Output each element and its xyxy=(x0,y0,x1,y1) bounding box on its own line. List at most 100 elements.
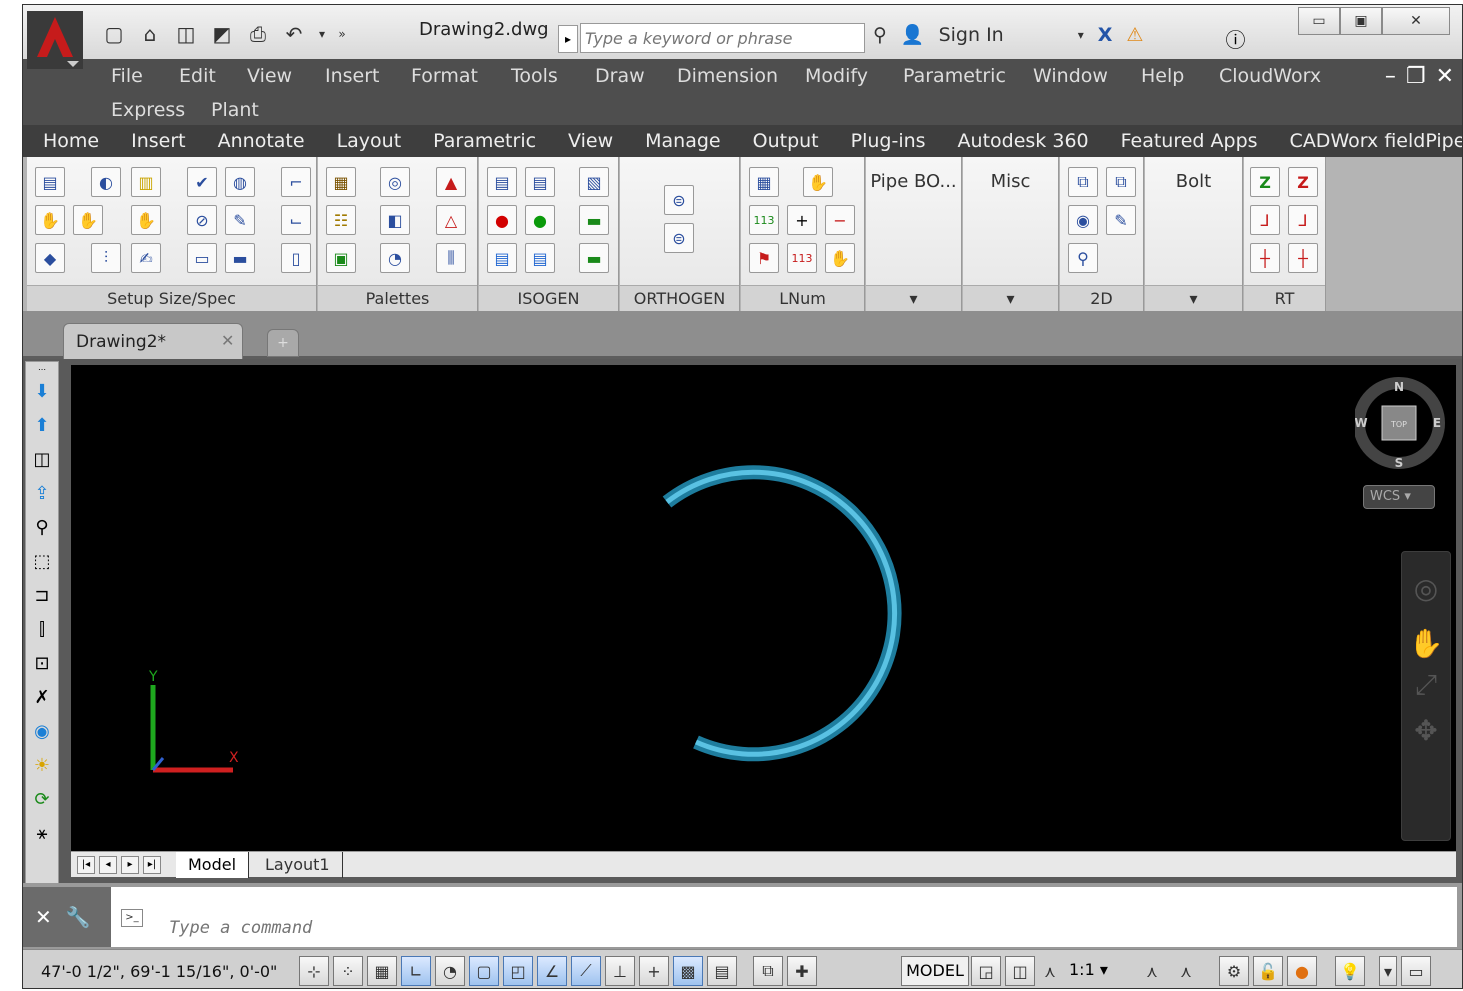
hand-icon[interactable]: ✋ xyxy=(35,205,65,235)
new-icon[interactable]: ▢ xyxy=(99,19,129,49)
box-icon[interactable]: ⬚ xyxy=(27,546,57,576)
saveas-icon[interactable]: ◩ xyxy=(207,19,237,49)
tab-model[interactable]: Model xyxy=(176,852,250,878)
halftone-icon[interactable]: ◐ xyxy=(91,167,121,197)
zoom-extents-icon[interactable]: ⤢ xyxy=(1402,668,1450,702)
edit-2d-icon[interactable]: ✎ xyxy=(1106,205,1136,235)
ortho-mode-icon[interactable]: ∟ xyxy=(401,956,431,986)
menu-cloudworx[interactable]: CloudWorx xyxy=(1219,65,1321,87)
eye-icon[interactable]: ◉ xyxy=(1068,205,1098,235)
iso-out-icon[interactable]: ▤ xyxy=(525,167,555,197)
polar-tracking-icon[interactable]: ◔ xyxy=(435,956,465,986)
menu-format[interactable]: Format xyxy=(411,65,478,87)
sign-in-link[interactable]: Sign In xyxy=(939,24,1004,46)
menu-draw[interactable]: Draw xyxy=(595,65,645,87)
tee-alt-icon[interactable]: ┼ xyxy=(1288,243,1318,273)
gauge-icon[interactable]: ◔ xyxy=(380,243,410,273)
tab-layout1[interactable]: Layout1 xyxy=(253,852,343,878)
ducs-icon[interactable]: ⟋ xyxy=(571,956,601,986)
route-icon[interactable]: ⬇ xyxy=(27,376,57,406)
menu-dimension[interactable]: Dimension xyxy=(677,65,778,87)
osnap-icon[interactable]: ▢ xyxy=(469,956,499,986)
rt-green-icon[interactable]: Z xyxy=(1250,167,1280,197)
menu-window[interactable]: Window xyxy=(1033,65,1108,87)
tab-cadworx-fieldpipe[interactable]: CADWorx fieldPipe xyxy=(1290,130,1462,152)
network-icon[interactable]: ⚹ xyxy=(27,818,57,848)
tab-autodesk-360[interactable]: Autodesk 360 xyxy=(958,130,1089,152)
valve-icon[interactable]: ⫿ xyxy=(27,614,57,644)
copy-icon[interactable]: ⧉ xyxy=(1068,167,1098,197)
iso-icon[interactable]: ▤ xyxy=(487,167,517,197)
ortho-sheet-icon[interactable]: ⊜ xyxy=(664,223,694,253)
delete-icon[interactable]: ✗ xyxy=(27,682,57,712)
split-icon[interactable]: ◧ xyxy=(380,205,410,235)
flag-icon[interactable]: ⚑ xyxy=(749,243,779,273)
light-icon[interactable]: ☀ xyxy=(27,750,57,780)
menu-express[interactable]: Express xyxy=(111,99,185,121)
lineweight-icon[interactable]: + xyxy=(639,956,669,986)
open-icon[interactable]: ⌂ xyxy=(135,19,165,49)
dynamic-input-icon[interactable]: ⊥ xyxy=(605,956,635,986)
pipe-icon[interactable]: ▭ xyxy=(187,243,217,273)
menu-view[interactable]: View xyxy=(247,65,292,87)
undo-icon[interactable]: ↶ xyxy=(279,19,309,49)
model-space-toggle[interactable]: MODEL xyxy=(901,956,969,986)
exchange-icon[interactable]: X xyxy=(1098,24,1113,46)
bend-icon[interactable]: ⌙ xyxy=(281,205,311,235)
otrack-icon[interactable]: ∠ xyxy=(537,956,567,986)
menu-modify[interactable]: Modify xyxy=(805,65,868,87)
panel-expand-icon[interactable]: ▾ xyxy=(1145,285,1242,311)
binoculars-icon[interactable]: ⚲ xyxy=(873,24,887,46)
import-icon[interactable]: ⬆ xyxy=(27,410,57,440)
zoom-icon[interactable]: ⚲ xyxy=(1068,243,1098,273)
pan-icon[interactable]: ✋ xyxy=(1402,627,1450,660)
command-input[interactable] xyxy=(111,887,1457,947)
last-layout-icon[interactable]: ▸| xyxy=(143,856,161,874)
minimize-button[interactable]: ▭ xyxy=(1298,7,1340,35)
pcf-in-icon[interactable]: ▤ xyxy=(525,243,555,273)
maximize-button[interactable]: ▣ xyxy=(1340,7,1382,35)
annotation-scale[interactable]: 1:1 ▾ xyxy=(1069,956,1133,986)
search-input[interactable] xyxy=(580,23,865,53)
sheet-icon[interactable]: ▯ xyxy=(281,243,311,273)
recent-commands-icon[interactable]: >_ xyxy=(121,909,143,927)
spc-icon[interactable]: ▦ xyxy=(326,167,356,197)
hand-red-icon[interactable]: ✋ xyxy=(131,205,161,235)
wcs-menu[interactable]: WCS ▾ xyxy=(1363,485,1435,509)
selection-cycling-icon[interactable]: ⧉ xyxy=(753,956,783,986)
measure-icon[interactable]: ⫶ xyxy=(91,243,121,273)
red-light-icon[interactable]: ● xyxy=(487,205,517,235)
menu-insert[interactable]: Insert xyxy=(325,65,380,87)
annotation-monitor-icon[interactable]: ✚ xyxy=(787,956,817,986)
drawing-canvas[interactable]: Y X TOP N S W E WCS ▾ ◎ ✋ ⤢ ✥ xyxy=(71,365,1456,851)
pipe-short-icon[interactable]: ▬ xyxy=(225,243,255,273)
tab-output[interactable]: Output xyxy=(753,130,819,152)
status-menu-icon[interactable]: ▾ xyxy=(1379,956,1397,986)
table-icon[interactable]: ☷ xyxy=(326,205,356,235)
clean-screen-icon[interactable]: ▭ xyxy=(1401,956,1431,986)
catalog-icon[interactable]: ▥ xyxy=(131,167,161,197)
workspace-gear-icon[interactable]: ⚙ xyxy=(1219,956,1249,986)
prev-layout-icon[interactable]: ◂ xyxy=(99,856,117,874)
panel-pipe-bo[interactable]: Pipe BO... ▾ xyxy=(866,157,962,311)
tab-manage[interactable]: Manage xyxy=(645,130,720,152)
quick-view-layouts-icon[interactable]: ◲ xyxy=(971,956,1001,986)
autodesk-360-icon[interactable]: ⚠ xyxy=(1126,24,1143,46)
menu-plant[interactable]: Plant xyxy=(211,99,259,121)
tab-featured-apps[interactable]: Featured Apps xyxy=(1121,130,1258,152)
help-button[interactable]: ⓘ xyxy=(1213,21,1258,55)
customize-wrench-icon[interactable]: 🔧 xyxy=(66,905,91,929)
edit-icon[interactable]: ✍ xyxy=(131,243,161,273)
monitor-icon[interactable]: ▣ xyxy=(326,243,356,273)
hand-number-icon[interactable]: ✋ xyxy=(825,243,855,273)
minus-icon[interactable]: − xyxy=(825,205,855,235)
tab-home[interactable]: Home xyxy=(43,130,99,152)
warning-icon[interactable]: ▲ xyxy=(436,167,466,197)
doc-minimize-icon[interactable]: – xyxy=(1385,64,1396,89)
bulb-icon[interactable]: ◎ xyxy=(380,167,410,197)
menu-tools[interactable]: Tools xyxy=(511,65,558,87)
hand-blue-icon[interactable]: ✋ xyxy=(73,205,103,235)
tab-layout[interactable]: Layout xyxy=(337,130,402,152)
menu-file[interactable]: File xyxy=(111,65,143,87)
grid-icon[interactable]: ▦ xyxy=(367,956,397,986)
